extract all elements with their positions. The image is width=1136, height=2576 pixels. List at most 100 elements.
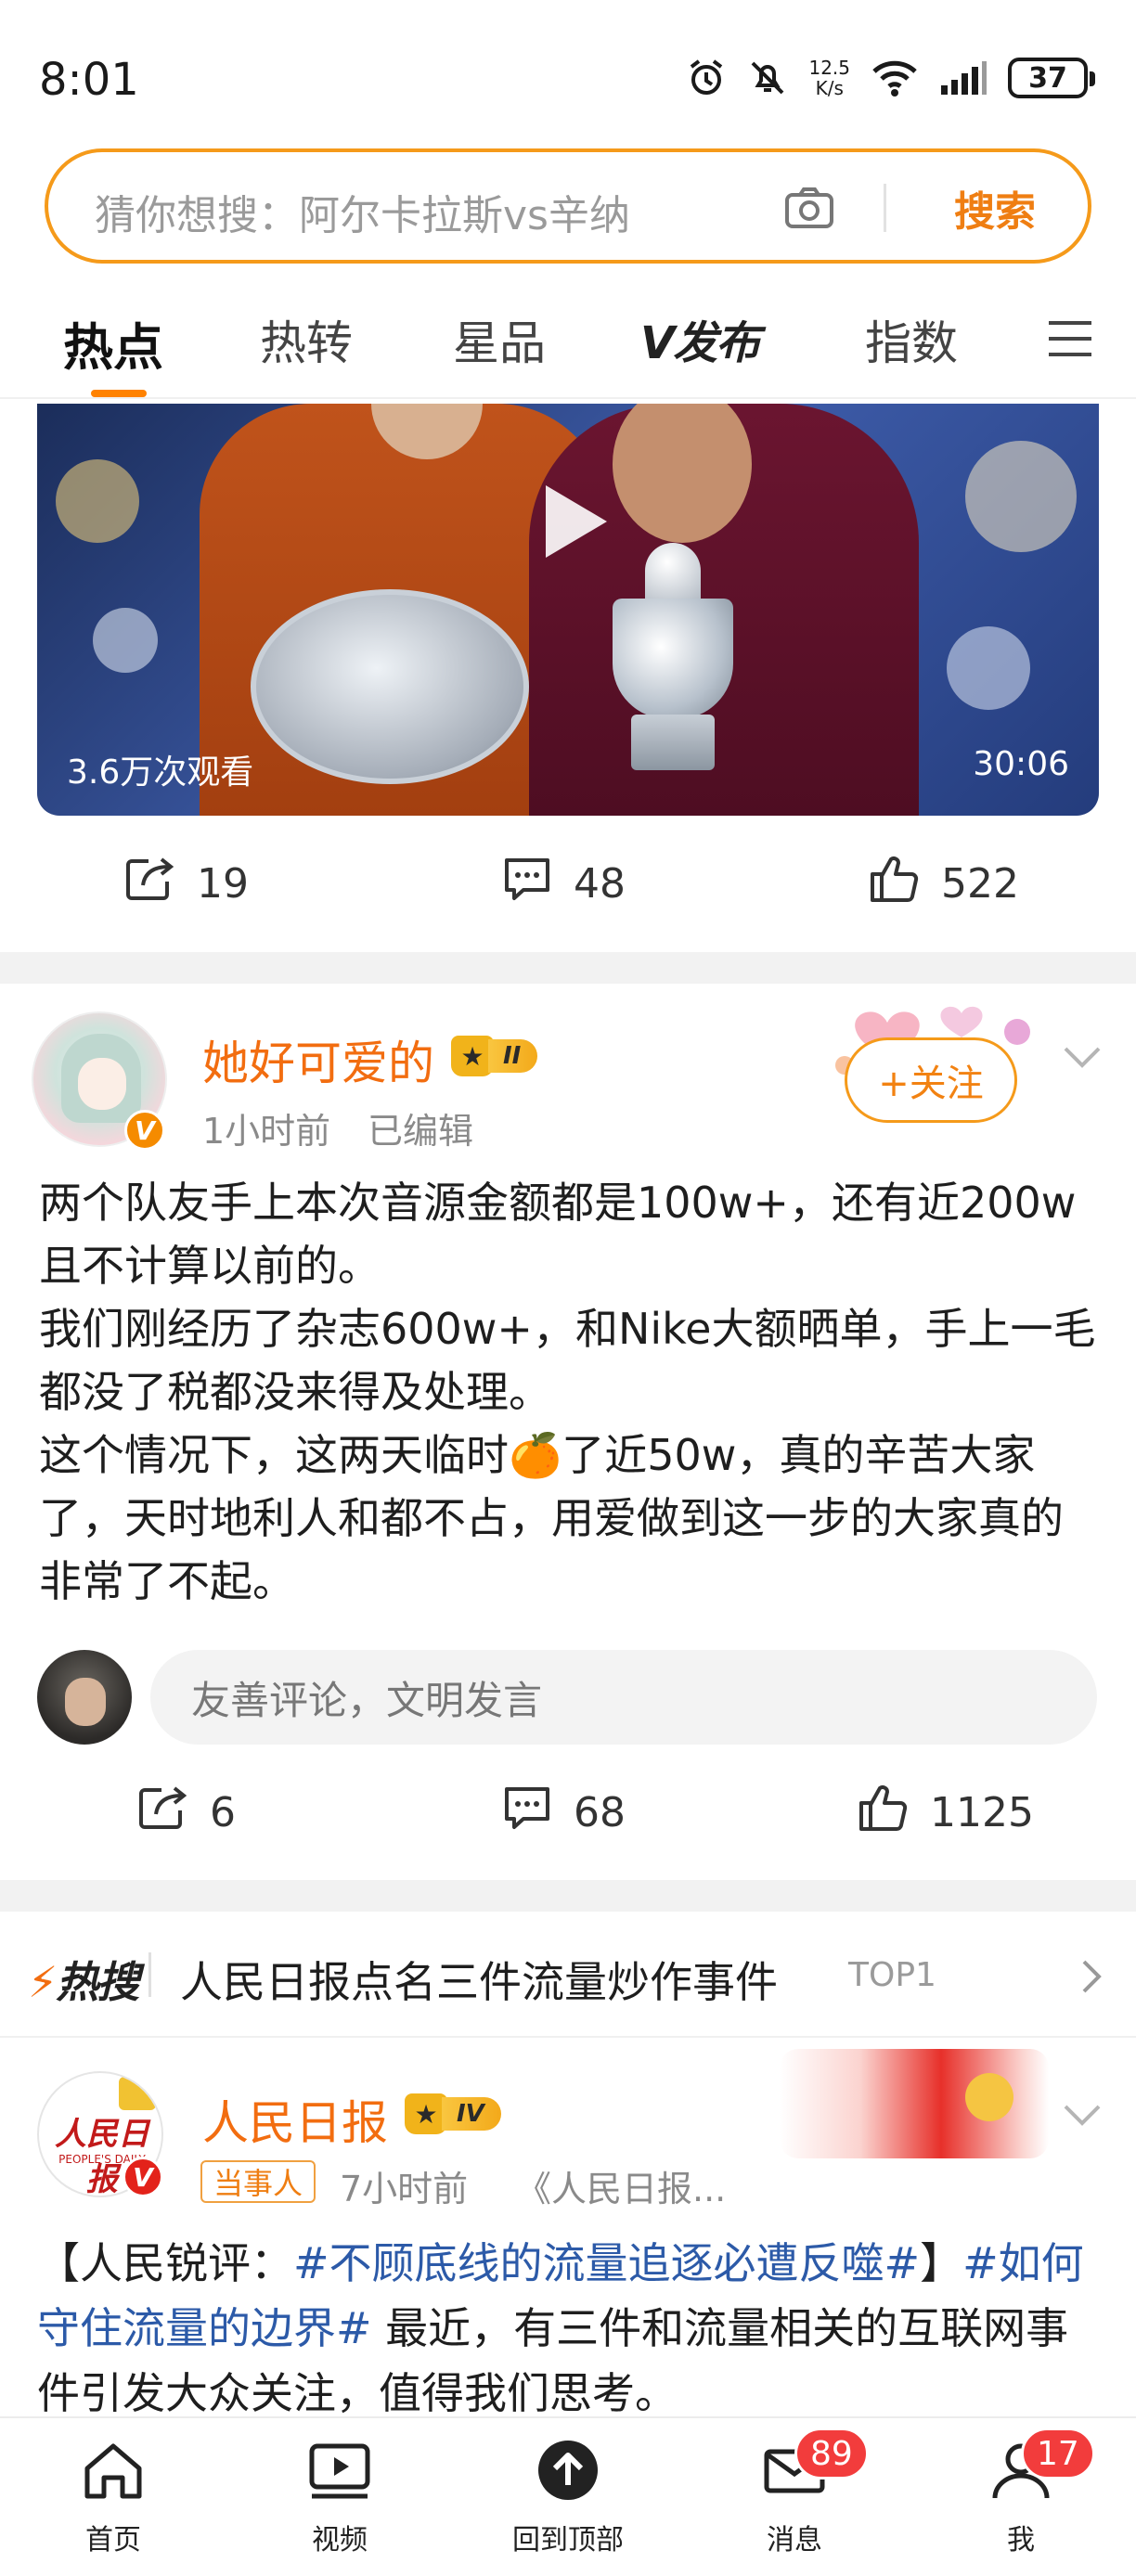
flag-decoration-icon [780, 2049, 1049, 2158]
post-time: 1小时前 [202, 1111, 331, 1152]
search-button[interactable]: 搜索 [911, 178, 1078, 238]
nav-messages[interactable]: 消息 89 [702, 2418, 887, 2576]
tab-v-publish[interactable]: V发布 [640, 306, 760, 371]
bottom-nav: 首页 视频 回到顶部 消息 89 我 17 [0, 2416, 1136, 2576]
profile-badge: 17 [1021, 2428, 1095, 2479]
post-action-bar: 6 68 1125 [0, 1761, 1136, 1863]
like-icon [869, 854, 921, 914]
signal-icon [939, 59, 988, 97]
nav-label: 我 [1007, 2524, 1035, 2557]
home-icon [84, 2443, 142, 2499]
like-button[interactable]: 1125 [858, 1761, 1034, 1863]
status-icons: 12.5 K/s 37 [686, 58, 1095, 98]
bokeh-light [965, 441, 1077, 552]
nav-profile[interactable]: 我 17 [928, 2418, 1114, 2576]
comment-count: 68 [574, 1788, 626, 1836]
nav-video[interactable]: 视频 [247, 2418, 432, 2576]
emblem-icon [965, 2073, 1013, 2121]
party-tag: 当事人 [200, 2160, 316, 2203]
search-divider [884, 184, 886, 232]
post-text: 】 [920, 2238, 963, 2288]
alarm-icon [686, 58, 727, 98]
tab-hot[interactable]: 热点 [63, 306, 163, 380]
search-bar[interactable]: 猜你想搜：阿尔卡拉斯vs辛纳 搜索 [45, 148, 1091, 264]
post-source[interactable]: 《人民日报... [516, 2160, 726, 2211]
post-author[interactable]: 她好可爱的 [202, 1026, 434, 1093]
hot-search-logo-text: 热搜 [56, 1957, 139, 2007]
level-text: II [488, 1039, 538, 1073]
comment-input[interactable]: 友善评论，文明发言 [150, 1650, 1097, 1745]
tab-repost[interactable]: 热转 [260, 306, 353, 373]
bokeh-light [947, 626, 1030, 710]
hashtag-link[interactable]: #不顾底线的流量追逐必遭反噬# [293, 2238, 920, 2288]
battery-icon: 37 [1008, 58, 1095, 98]
like-count: 1125 [930, 1788, 1034, 1836]
search-placeholder[interactable]: 猜你想搜：阿尔卡拉斯vs辛纳 [95, 182, 630, 241]
like-count: 522 [941, 859, 1019, 908]
hot-divider [148, 1952, 151, 1997]
follow-button[interactable]: +关注 [845, 1037, 1017, 1123]
post-body: 两个队友手上本次音源金额都是100w+，还有近200w且不计算以前的。 我们刚经… [39, 1171, 1097, 1613]
repost-button[interactable]: 6 [137, 1761, 236, 1863]
flag-icon [119, 2077, 156, 2110]
like-icon [858, 1783, 910, 1843]
post-line: 这个情况下，这两天临时🍊了近50w，真的辛苦大家了，天时地利人和都不占，用爱做到… [39, 1430, 1064, 1606]
status-bar: 8:01 12.5 K/s 37 [0, 0, 1136, 148]
net-speed-unit: K/s [815, 77, 844, 99]
comment-icon [501, 855, 553, 913]
status-time: 8:01 [39, 54, 139, 106]
comment-button[interactable]: 48 [501, 832, 626, 934]
post-line: 两个队友手上本次音源金额都是100w+，还有近200w且不计算以前的。 [39, 1178, 1077, 1291]
mute-icon [747, 58, 788, 98]
comment-count: 48 [574, 859, 626, 908]
nav-back-to-top[interactable]: 回到顶部 [475, 2418, 661, 2576]
comment-button[interactable]: 68 [501, 1761, 626, 1863]
tab-underline [91, 390, 147, 397]
comment-avatar[interactable] [37, 1650, 132, 1745]
post-author[interactable]: 人民日报 [202, 2086, 388, 2153]
post-edited: 已编辑 [368, 1111, 474, 1152]
video-duration: 30:06 [973, 745, 1069, 783]
hot-search-title[interactable]: 人民日报点名三件流量炒作事件 [180, 1949, 778, 2010]
repost-button[interactable]: 19 [124, 832, 249, 934]
bokeh-light [93, 608, 158, 673]
hot-search-row[interactable]: ⚡热搜 人民日报点名三件流量炒作事件 TOP1 [0, 1912, 1136, 2038]
chevron-down-icon[interactable] [1062, 2103, 1103, 2129]
like-button[interactable]: 522 [869, 832, 1019, 934]
post-body: 【人民锐评：#不顾底线的流量追逐必遭反噬#】#如何守住流量的边界# 最近，有三件… [37, 2231, 1104, 2426]
tab-star[interactable]: 星品 [453, 306, 546, 373]
play-icon[interactable] [538, 480, 613, 567]
trophy-base [631, 715, 715, 770]
repost-count: 6 [210, 1788, 236, 1836]
feed-separator [0, 1880, 1136, 1912]
bolt-icon: ⚡ [28, 1957, 58, 2007]
menu-icon[interactable] [1047, 317, 1093, 364]
tab-bar: 热点 热转 星品 V发布 指数 [0, 278, 1136, 399]
video-action-bar: 19 48 522 [0, 832, 1136, 934]
video-thumbnail[interactable]: 3.6万次观看 30:06 [37, 404, 1099, 816]
post-line: 我们刚经历了杂志600w+，和Nike大额晒单，手上一毛都没了税都没来得及处理。 [39, 1304, 1096, 1417]
hot-search-rank: TOP1 [848, 1956, 936, 1994]
hot-search-logo: ⚡热搜 [28, 1949, 139, 2010]
chevron-right-icon[interactable] [1080, 1958, 1103, 1995]
chevron-down-icon[interactable] [1062, 1045, 1103, 1071]
repost-icon [124, 856, 176, 912]
nav-label: 首页 [85, 2524, 141, 2557]
level-text: IV [442, 2097, 501, 2131]
bokeh-light [56, 459, 139, 543]
net-speed: 12.5 K/s [808, 58, 850, 98]
tab-index[interactable]: 指数 [865, 306, 958, 373]
camera-icon[interactable] [781, 180, 837, 239]
nav-home[interactable]: 首页 [20, 2418, 206, 2576]
nav-label: 消息 [767, 2524, 822, 2557]
wifi-icon [871, 58, 919, 97]
level-badge: ★ II [451, 1036, 538, 1076]
net-speed-value: 12.5 [808, 57, 850, 79]
verified-badge-icon: V [123, 2157, 163, 2197]
trophy-bowl [613, 599, 733, 719]
trophy-cup [594, 524, 752, 784]
repost-icon [137, 1784, 189, 1841]
message-badge: 89 [794, 2428, 869, 2479]
verified-badge-icon: V [124, 1110, 165, 1151]
nav-label: 回到顶部 [512, 2524, 624, 2557]
